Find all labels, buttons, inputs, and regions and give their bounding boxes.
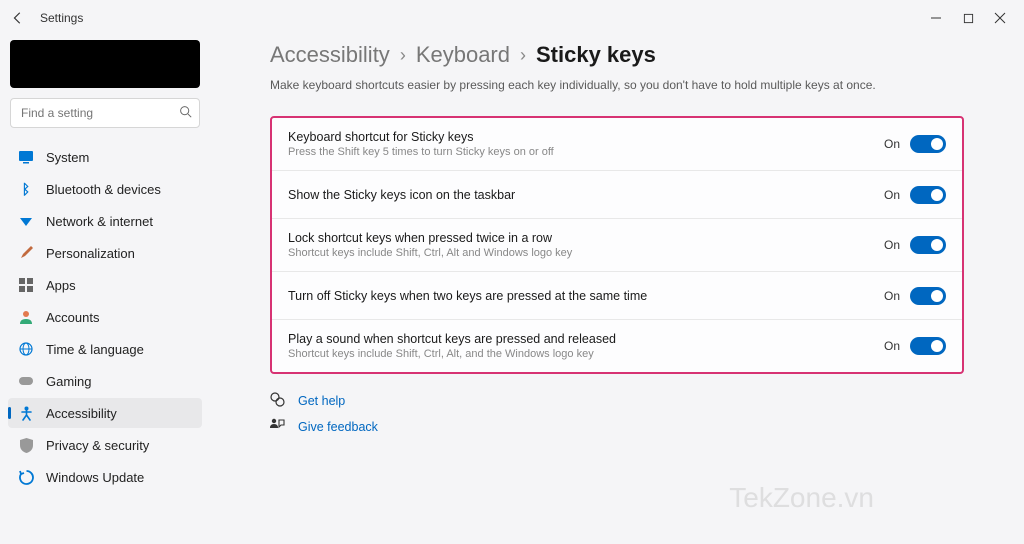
globe-icon [18, 341, 34, 357]
setting-play-sound: Play a sound when shortcut keys are pres… [272, 320, 962, 372]
setting-title: Lock shortcut keys when pressed twice in… [288, 231, 884, 245]
setting-text: Lock shortcut keys when pressed twice in… [288, 231, 884, 259]
person-icon [18, 309, 34, 325]
sidebar-item-system[interactable]: System [8, 142, 202, 172]
brush-icon [18, 245, 34, 261]
setting-text: Keyboard shortcut for Sticky keys Press … [288, 130, 884, 158]
setting-keyboard-shortcut: Keyboard shortcut for Sticky keys Press … [272, 118, 962, 171]
sidebar: System ᛒ Bluetooth & devices Network & i… [0, 36, 210, 544]
sidebar-item-apps[interactable]: Apps [8, 270, 202, 300]
sidebar-item-label: Windows Update [46, 470, 144, 485]
sidebar-item-bluetooth[interactable]: ᛒ Bluetooth & devices [8, 174, 202, 204]
setting-title: Turn off Sticky keys when two keys are p… [288, 289, 884, 303]
toggle-state-label: On [884, 137, 900, 151]
update-icon [18, 469, 34, 485]
sidebar-item-label: Bluetooth & devices [46, 182, 161, 197]
setting-subtitle: Shortcut keys include Shift, Ctrl, Alt a… [288, 247, 884, 259]
close-button[interactable] [984, 4, 1016, 32]
sidebar-item-update[interactable]: Windows Update [8, 462, 202, 492]
user-account-block[interactable] [10, 40, 200, 88]
wifi-icon [18, 213, 34, 229]
setting-subtitle: Shortcut keys include Shift, Ctrl, Alt, … [288, 348, 884, 360]
breadcrumb-keyboard[interactable]: Keyboard [416, 42, 510, 68]
toggle-play-sound[interactable] [910, 337, 946, 355]
sidebar-item-gaming[interactable]: Gaming [8, 366, 202, 396]
setting-lock-keys: Lock shortcut keys when pressed twice in… [272, 219, 962, 272]
chevron-right-icon: › [520, 45, 526, 66]
sidebar-item-accounts[interactable]: Accounts [8, 302, 202, 332]
footer-links: Get help Give feedback [270, 392, 964, 435]
toggle-show-icon[interactable] [910, 186, 946, 204]
back-button[interactable] [8, 8, 28, 28]
toggle-state-label: On [884, 188, 900, 202]
setting-text: Turn off Sticky keys when two keys are p… [288, 289, 884, 303]
page-description: Make keyboard shortcuts easier by pressi… [270, 78, 964, 92]
breadcrumb: Accessibility › Keyboard › Sticky keys [270, 42, 964, 68]
sidebar-item-label: Accounts [46, 310, 99, 325]
link-label: Give feedback [298, 420, 378, 434]
sidebar-item-label: Accessibility [46, 406, 117, 421]
toggle-state-label: On [884, 238, 900, 252]
sidebar-item-label: Apps [46, 278, 76, 293]
help-icon [270, 392, 286, 410]
settings-group: Keyboard shortcut for Sticky keys Press … [270, 116, 964, 374]
sidebar-item-personalization[interactable]: Personalization [8, 238, 202, 268]
sidebar-item-accessibility[interactable]: Accessibility [8, 398, 202, 428]
titlebar: Settings [0, 0, 1024, 36]
setting-turn-off-two-keys: Turn off Sticky keys when two keys are p… [272, 272, 962, 320]
breadcrumb-current: Sticky keys [536, 42, 656, 68]
content-area: Accessibility › Keyboard › Sticky keys M… [210, 36, 1024, 544]
shield-icon [18, 437, 34, 453]
window-controls [920, 4, 1016, 32]
breadcrumb-accessibility[interactable]: Accessibility [270, 42, 390, 68]
minimize-button[interactable] [920, 4, 952, 32]
chevron-right-icon: › [400, 45, 406, 66]
display-icon [18, 149, 34, 165]
apps-icon [18, 277, 34, 293]
toggle-lock-keys[interactable] [910, 236, 946, 254]
toggle-keyboard-shortcut[interactable] [910, 135, 946, 153]
sidebar-item-label: System [46, 150, 89, 165]
setting-title: Play a sound when shortcut keys are pres… [288, 332, 884, 346]
setting-subtitle: Press the Shift key 5 times to turn Stic… [288, 146, 884, 158]
give-feedback-link[interactable]: Give feedback [270, 418, 964, 435]
sidebar-item-label: Network & internet [46, 214, 153, 229]
link-label: Get help [298, 394, 345, 408]
setting-text: Play a sound when shortcut keys are pres… [288, 332, 884, 360]
get-help-link[interactable]: Get help [270, 392, 964, 410]
search-wrap [10, 98, 200, 128]
sidebar-item-label: Personalization [46, 246, 135, 261]
sidebar-item-time[interactable]: Time & language [8, 334, 202, 364]
window-title: Settings [40, 11, 83, 25]
sidebar-item-network[interactable]: Network & internet [8, 206, 202, 236]
toggle-state-label: On [884, 289, 900, 303]
feedback-icon [270, 418, 286, 435]
setting-title: Show the Sticky keys icon on the taskbar [288, 188, 884, 202]
toggle-state-label: On [884, 339, 900, 353]
nav-list: System ᛒ Bluetooth & devices Network & i… [8, 142, 202, 492]
maximize-button[interactable] [952, 4, 984, 32]
sidebar-item-label: Time & language [46, 342, 144, 357]
bluetooth-icon: ᛒ [18, 181, 34, 197]
gamepad-icon [18, 373, 34, 389]
sidebar-item-privacy[interactable]: Privacy & security [8, 430, 202, 460]
sidebar-item-label: Gaming [46, 374, 92, 389]
setting-show-icon: Show the Sticky keys icon on the taskbar… [272, 171, 962, 219]
toggle-turn-off-two-keys[interactable] [910, 287, 946, 305]
accessibility-icon [18, 405, 34, 421]
sidebar-item-label: Privacy & security [46, 438, 149, 453]
search-input[interactable] [10, 98, 200, 128]
setting-text: Show the Sticky keys icon on the taskbar [288, 188, 884, 202]
setting-title: Keyboard shortcut for Sticky keys [288, 130, 884, 144]
